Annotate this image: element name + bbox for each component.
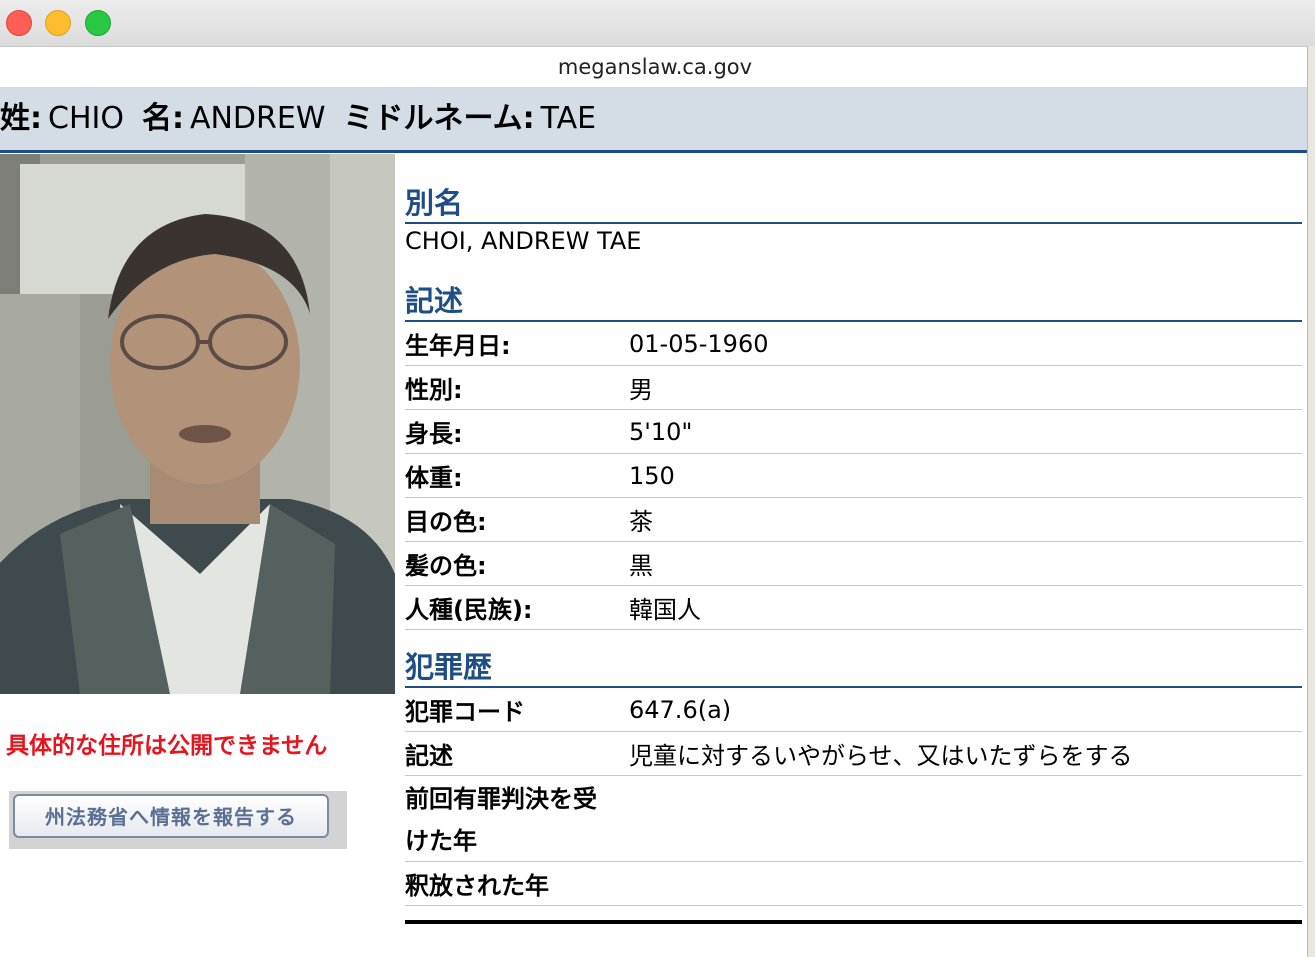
last-name-label: 姓:: [0, 101, 42, 136]
description-section-title: 記述: [405, 264, 1302, 322]
offense-code-value: 647.6(a): [629, 695, 732, 724]
ethnicity-value: 韓国人: [629, 596, 701, 624]
eye-color-label: 目の色:: [405, 508, 487, 536]
dob-value: 01-05-1960: [629, 329, 769, 358]
table-row: 身長: 5'10": [405, 410, 1302, 454]
url-display[interactable]: meganslaw.ca.gov: [0, 47, 1310, 88]
table-row: 釈放された年: [405, 862, 1302, 906]
eye-color-value: 茶: [629, 508, 653, 536]
hair-color-value: 黒: [629, 552, 653, 580]
offense-code-label: 犯罪コード: [405, 698, 525, 726]
first-name-value: ANDREW: [189, 101, 326, 136]
middle-name-value: TAE: [540, 101, 597, 136]
height-label: 身長:: [405, 420, 463, 448]
background-window-edge: [1307, 46, 1315, 957]
portrait-image: [0, 154, 395, 694]
offenses-section-title: 犯罪歴: [405, 630, 1302, 688]
details-panel: 別名 CHOI, ANDREW TAE 記述 生年月日: 01-05-1960 …: [405, 154, 1302, 924]
table-row: 人種(民族): 韓国人: [405, 586, 1302, 630]
table-row: 髪の色: 黒: [405, 542, 1302, 586]
table-row: 生年月日: 01-05-1960: [405, 322, 1302, 366]
window-titlebar: [0, 0, 1315, 47]
alias-section-title: 別名: [405, 154, 1302, 224]
middle-name-label: ミドルネーム:: [343, 101, 535, 136]
dob-label: 生年月日:: [405, 332, 511, 360]
name-header: 姓: CHIO 名: ANDREW ミドルネーム: TAE: [0, 88, 1307, 153]
last-name-value: CHIO: [48, 101, 124, 136]
report-button-frame: 州法務省へ情報を報告する: [9, 791, 347, 849]
sex-value: 男: [629, 376, 653, 404]
table-row: 性別: 男: [405, 366, 1302, 410]
sex-label: 性別:: [405, 376, 463, 404]
close-window-button[interactable]: [6, 10, 32, 36]
offender-photo: [0, 154, 395, 694]
table-row: 目の色: 茶: [405, 498, 1302, 542]
report-info-button[interactable]: 州法務省へ情報を報告する: [13, 794, 329, 838]
last-conviction-year-label: 前回有罪判決を受 けた年: [405, 776, 629, 862]
last-conviction-label-line2: けた年: [405, 827, 477, 855]
offense-description-label: 記述: [405, 742, 453, 770]
release-year-label: 釈放された年: [405, 872, 549, 900]
bottom-divider: [405, 920, 1302, 924]
table-row: 犯罪コード 647.6(a): [405, 688, 1302, 732]
minimize-window-button[interactable]: [45, 10, 71, 36]
ethnicity-label: 人種(民族):: [405, 596, 533, 624]
table-row: 記述 児童に対するいやがらせ、又はいたずらをする: [405, 732, 1302, 776]
height-value: 5'10": [629, 417, 693, 446]
table-row: 体重: 150: [405, 454, 1302, 498]
alias-value: CHOI, ANDREW TAE: [405, 227, 642, 255]
hair-color-label: 髪の色:: [405, 552, 487, 580]
offense-description-value: 児童に対するいやがらせ、又はいたずらをする: [629, 742, 1133, 770]
table-row: 前回有罪判決を受 けた年: [405, 776, 1302, 862]
weight-label: 体重:: [405, 464, 463, 492]
zoom-window-button[interactable]: [85, 10, 111, 36]
weight-value: 150: [629, 461, 675, 490]
first-name-label: 名:: [141, 101, 184, 136]
last-conviction-label-line1: 前回有罪判決を受: [405, 785, 597, 813]
address-notice: 具体的な住所は公開できません: [6, 733, 328, 759]
